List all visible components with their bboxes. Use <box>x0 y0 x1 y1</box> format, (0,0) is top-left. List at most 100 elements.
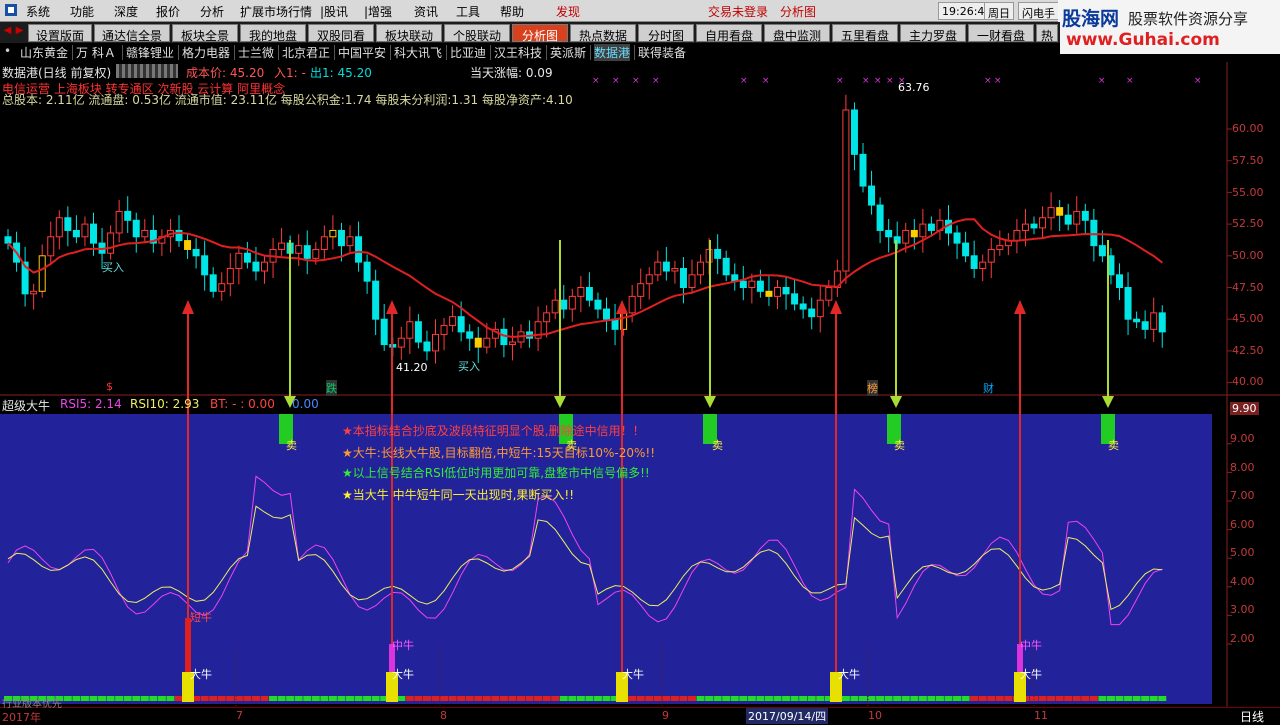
rsi10-value: RSI10: 2.93 <box>130 397 200 411</box>
candle-body <box>1150 312 1158 330</box>
analysis-view-link[interactable]: 分析图 <box>780 3 816 20</box>
signal-bar-segment <box>1072 696 1081 701</box>
tab-scroll-right-icon[interactable]: ▶ <box>14 25 25 41</box>
period-selector[interactable]: 日线 <box>1240 708 1264 725</box>
signal-bar-segment <box>149 696 158 701</box>
candle-body <box>38 255 46 292</box>
candle-body <box>508 341 516 346</box>
menu-analysis[interactable]: 分析 <box>200 3 224 20</box>
signal-bar-segment <box>1106 696 1115 701</box>
stock-tab-5[interactable]: 士兰微 <box>238 44 274 61</box>
price-tick: 47.50 <box>1232 281 1264 294</box>
tab-hot-more[interactable]: 热 <box>1036 24 1058 43</box>
signal-bar-segment <box>440 696 449 701</box>
event-marker[interactable]: 跌 <box>326 380 337 396</box>
tab-settings-layout[interactable]: 设置版面 <box>28 24 92 43</box>
menu-function[interactable]: 功能 <box>70 3 94 20</box>
stock-tab-9[interactable]: 比亚迪 <box>450 44 486 61</box>
event-marker[interactable]: 财 <box>983 380 994 396</box>
sell-arrow-head <box>890 396 902 408</box>
stock-tab-4[interactable]: 格力电器 <box>182 44 230 61</box>
candle-body <box>47 236 55 257</box>
candle-body <box>645 274 653 285</box>
indicator-tick: 7.00 <box>1230 489 1255 502</box>
event-marker[interactable]: $ <box>106 380 113 393</box>
tab-yicai[interactable]: 一财看盘 <box>968 24 1034 43</box>
signal-bar-segment <box>508 696 517 701</box>
tab-main-compass[interactable]: 主力罗盘 <box>900 24 966 43</box>
tab-analysis-chart[interactable]: 分析图 <box>512 24 568 43</box>
signal-bar-segment <box>1047 696 1056 701</box>
menu-discover[interactable]: 发现 <box>556 3 580 20</box>
candle-body <box>996 245 1004 250</box>
event-x-marker: × <box>1126 76 1134 86</box>
candle-body <box>962 242 970 257</box>
candle-body <box>414 321 422 343</box>
stock-tab-2[interactable]: 万 科Ａ <box>76 44 116 61</box>
event-marker[interactable]: 榜 <box>867 380 878 396</box>
menu-info[interactable]: 资讯 <box>414 3 438 20</box>
menu-enhance[interactable]: |增强 <box>364 3 392 20</box>
signal-bar-segment <box>1098 696 1107 701</box>
signal-bar-segment <box>371 696 380 701</box>
tab-dual-view[interactable]: 双股同看 <box>308 24 374 43</box>
menu-help[interactable]: 帮助 <box>500 3 524 20</box>
event-x-marker: × <box>592 76 600 86</box>
candle-body <box>380 318 388 346</box>
stock-tab-3[interactable]: 赣锋锂业 <box>126 44 174 61</box>
signal-bar-segment <box>303 696 312 701</box>
ad-banner[interactable]: 股海网 股票软件资源分享 www.Guhai.com <box>1058 0 1280 54</box>
candle-body <box>765 290 773 297</box>
tab-tdx-panorama[interactable]: 通达信全景 <box>94 24 170 43</box>
signal-bar-segment <box>251 696 260 701</box>
signal-bar-segment <box>1149 696 1158 701</box>
signal-bar-segment <box>927 696 936 701</box>
tab-my-zone[interactable]: 我的地盘 <box>240 24 306 43</box>
tab-intraday[interactable]: 分时图 <box>638 24 694 43</box>
signal-bar-segment <box>961 696 970 701</box>
candle-body <box>868 185 876 206</box>
menu-ext-market[interactable]: 扩展市场行情 <box>240 3 312 20</box>
timeline-bar[interactable] <box>0 707 1280 724</box>
stock-tab-10[interactable]: 汉王科技 <box>494 44 542 61</box>
signal-bar-segment <box>628 696 637 701</box>
menu-news[interactable]: |股讯 <box>320 3 348 20</box>
flash-trade-button[interactable]: 闪电手 <box>1018 2 1059 20</box>
tab-sector-link[interactable]: 板块联动 <box>376 24 442 43</box>
tab-wuli[interactable]: 五里看盘 <box>832 24 898 43</box>
candle-body <box>329 229 337 238</box>
fundamentals-line: 总股本: 2.11亿 流通盘: 0.53亿 流通市值: 23.11亿 每股公积金… <box>2 93 573 107</box>
signal-bar-segment <box>705 696 714 701</box>
tab-monitor[interactable]: 盘中监测 <box>764 24 830 43</box>
indicator-tick: 4.00 <box>1230 575 1255 588</box>
menu-quote[interactable]: 报价 <box>156 3 180 20</box>
signal-bar-segment <box>722 696 731 701</box>
note-line: ★以上信号结合RSI低位时用更加可靠,盘整市中信号偏多!! <box>342 466 650 480</box>
menu-tools[interactable]: 工具 <box>456 3 480 20</box>
stock-tab-7[interactable]: 中国平安 <box>338 44 386 61</box>
tab-hot-data[interactable]: 热点数据 <box>570 24 636 43</box>
event-x-marker: × <box>886 76 894 86</box>
tab-sector-panorama[interactable]: 板块全景 <box>172 24 238 43</box>
signal-bar-segment <box>867 696 876 701</box>
signal-bar-segment <box>140 696 149 701</box>
trade-login-link[interactable]: 交易未登录 <box>708 3 768 20</box>
menu-system[interactable]: 系统 <box>26 3 50 20</box>
indicator-name[interactable]: 超级大牛 <box>2 397 50 414</box>
event-x-marker: × <box>836 76 844 86</box>
tab-stock-link[interactable]: 个股联动 <box>444 24 510 43</box>
stock-tab-12[interactable]: 数据港 <box>594 44 631 61</box>
stock-tab-11[interactable]: 英派斯 <box>550 44 586 61</box>
stock-tab-6[interactable]: 北京君正 <box>282 44 330 61</box>
menu-depth[interactable]: 深度 <box>114 3 138 20</box>
price-tick: 57.50 <box>1232 154 1264 167</box>
candle-body <box>927 223 935 231</box>
stock-tab-1[interactable]: 山东黄金 <box>20 44 68 61</box>
signal-bar-segment <box>859 696 867 701</box>
tab-scroll-left-icon[interactable]: ◀ <box>2 25 13 41</box>
candle-body <box>337 229 345 247</box>
tab-self-watch[interactable]: 自用看盘 <box>696 24 762 43</box>
stock-tab-8[interactable]: 科大讯飞 <box>394 44 442 61</box>
stock-tab-13[interactable]: 联得装备 <box>638 44 686 61</box>
signal-bar-segment <box>688 696 696 701</box>
